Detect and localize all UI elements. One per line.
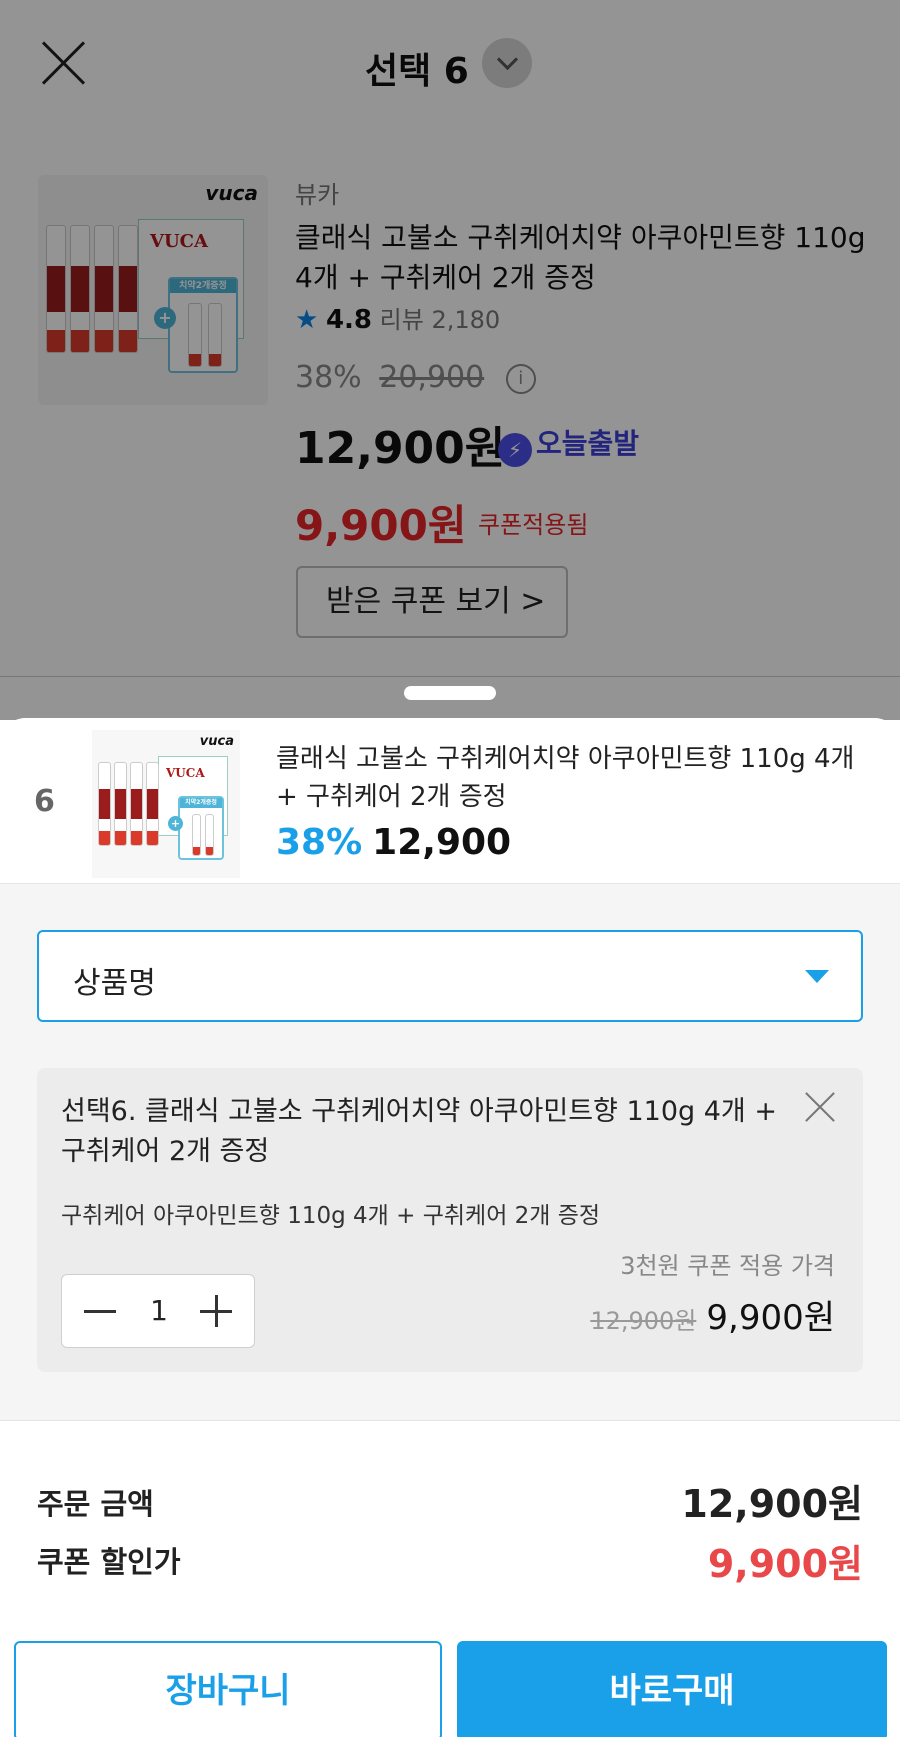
selected-product-name: 클래식 고불소 구취케어치약 아쿠아민트향 110g 4개 + 구취케어 2개 … — [276, 744, 855, 812]
sheet-drag-handle[interactable] — [404, 686, 496, 700]
selected-option-card: 선택6. 클래식 고불소 구취케어치약 아쿠아민트향 110g 4개 + 구취케… — [37, 1068, 863, 1372]
remove-option-icon[interactable] — [803, 1090, 837, 1124]
selected-product-thumbnail: vuca VUCA 치약2개증정 + — [92, 730, 240, 878]
caret-down-icon — [805, 970, 829, 983]
brand-logo: vuca — [199, 734, 234, 749]
selected-product-price: 38% 12,900 — [276, 822, 511, 863]
option-subtitle: 구취케어 아쿠아민트향 110g 4개 + 구취케어 2개 증정 — [61, 1203, 601, 1229]
select-value: 상품명 — [73, 966, 156, 1001]
order-amount-value: 12,900원 — [681, 1482, 863, 1526]
quantity-stepper: 1 — [61, 1274, 255, 1348]
selected-price-amount: 12,900 — [372, 822, 512, 863]
plus-icon[interactable] — [194, 1289, 238, 1333]
selected-index: 6 — [34, 784, 55, 819]
selected-product-header: 6 vuca VUCA 치약2개증정 + 클래식 고불소 구취케어치약 아쿠아민… — [0, 718, 900, 884]
box-brand-text: VUCA — [166, 766, 205, 780]
overlay-dim[interactable] — [0, 0, 900, 720]
order-summary: 주문 금액 12,900원 쿠폰 할인가 9,900원 장바구니 바로구매 — [0, 1420, 900, 1737]
coupon-discount-label: 쿠폰 할인가 — [37, 1545, 181, 1579]
option-bottom-sheet: 6 vuca VUCA 치약2개증정 + 클래식 고불소 구취케어치약 아쿠아민… — [0, 718, 900, 1737]
option-prices: 12,900원 9,900원 — [590, 1290, 835, 1339]
option-final-price: 9,900원 — [706, 1298, 835, 1338]
selected-discount: 38% — [276, 822, 363, 863]
coupon-price-note: 3천원 쿠폰 적용 가격 — [620, 1252, 835, 1280]
coupon-discount-value: 9,900원 — [707, 1542, 863, 1586]
option-title: 선택6. 클래식 고불소 구취케어치약 아쿠아민트향 110g 4개 + 구취케… — [61, 1096, 777, 1167]
buy-now-button[interactable]: 바로구매 — [457, 1641, 887, 1737]
option-original-price: 12,900원 — [590, 1307, 697, 1335]
add-to-cart-button[interactable]: 장바구니 — [14, 1641, 442, 1737]
gift-tag: 치약2개증정 — [180, 798, 222, 808]
order-amount-label: 주문 금액 — [37, 1487, 154, 1521]
plus-icon: + — [168, 816, 183, 831]
product-name-select[interactable]: 상품명 — [37, 930, 863, 1022]
